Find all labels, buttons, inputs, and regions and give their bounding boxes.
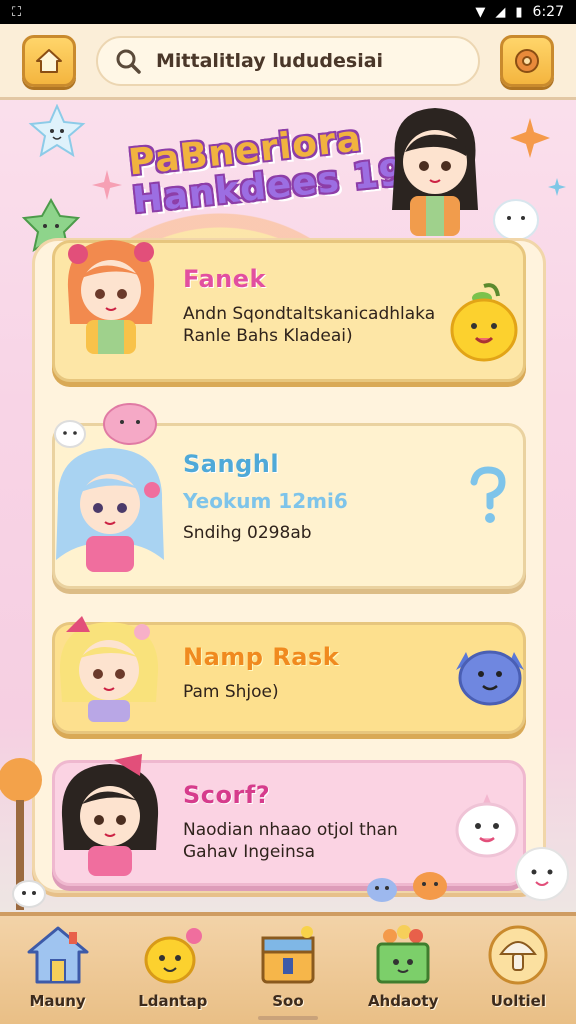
search-icon xyxy=(116,49,141,74)
house-icon xyxy=(27,926,89,984)
blue-blob-mascot-icon xyxy=(456,650,524,706)
question-mark-icon xyxy=(470,466,506,523)
home-button[interactable] xyxy=(22,34,76,87)
card-text: Sndihg 0298ab xyxy=(183,523,312,543)
notification-icon: ⛶ xyxy=(12,4,22,20)
nav-label: Ahdaoty xyxy=(367,992,439,1010)
game-title: PaBneriora Hankdees 19 xyxy=(127,116,413,221)
sparkle-icon xyxy=(92,170,122,200)
ghost-creature-icon xyxy=(493,199,539,241)
nav-label: Uoltiel xyxy=(490,992,546,1010)
darkhair-character-avatar xyxy=(61,754,159,876)
settings-button[interactable] xyxy=(500,34,554,87)
nav-item-profile[interactable]: Uoltiel xyxy=(468,922,568,1010)
white-creature-icon xyxy=(12,880,46,908)
orange-creature-icon xyxy=(413,872,447,900)
clock: 6:27 xyxy=(532,4,564,20)
card-text: Andn Sqondtaltskanicadhlaka xyxy=(183,304,436,324)
home-icon xyxy=(36,48,62,73)
card-text: Naodian nhaao otjol than xyxy=(183,820,398,840)
nav-item-shop[interactable]: Soo xyxy=(238,922,338,1010)
nav-label: Soo xyxy=(272,992,304,1010)
white-creature-icon xyxy=(515,847,569,901)
home-indicator xyxy=(258,1016,318,1020)
girl-character-avatar xyxy=(392,108,478,236)
star-friend-icon xyxy=(144,928,202,984)
star-creature-icon xyxy=(28,104,86,158)
top-bar: Mittalitlay lududesiai xyxy=(0,24,576,100)
card-title: Namp Rask xyxy=(183,643,340,671)
card-text: Gahav Ingeinsa xyxy=(183,842,316,862)
sparkle-icon xyxy=(548,178,566,196)
card-text: Pam Shjoe) xyxy=(183,682,279,702)
pink-blob-creature-icon xyxy=(103,403,157,445)
card-title: Fanek xyxy=(183,265,267,293)
nav-label: Mauny xyxy=(29,992,86,1010)
bottom-navigation: Mauny Ldantap Soo Ahdaoty Uoltiel xyxy=(0,912,576,1024)
donut-icon xyxy=(515,48,539,73)
status-bar: ⛶ ▼ ◢ ▮ 6:27 xyxy=(0,0,576,24)
card-text: Ranle Bahs Kladeai) xyxy=(183,326,353,346)
nav-item-friends[interactable]: Ldantap xyxy=(123,922,223,1010)
nav-item-home[interactable]: Mauny xyxy=(8,922,108,1010)
blue-creature-icon xyxy=(367,878,397,902)
wifi-icon: ▼ xyxy=(475,4,486,20)
mushroom-icon xyxy=(488,925,548,985)
signal-icon: ◢ xyxy=(495,4,506,20)
lemon-mascot-icon xyxy=(450,283,518,362)
battery-icon: ▮ xyxy=(515,4,523,20)
search-bar[interactable]: Mittalitlay lududesiai xyxy=(96,35,480,86)
blonde-character-avatar xyxy=(59,616,159,722)
card-title: Scorf? xyxy=(183,781,271,809)
bluehair-character-avatar xyxy=(56,448,164,572)
treasure-icon xyxy=(376,925,430,984)
card-title: Sanghl xyxy=(183,450,280,478)
box-icon xyxy=(261,926,315,984)
status-icons: ▼ ◢ ▮ 6:27 xyxy=(475,4,564,20)
nav-label: Ldantap xyxy=(138,992,208,1010)
search-text: Mittalitlay lududesiai xyxy=(156,49,384,72)
redhead-character-avatar xyxy=(67,240,155,354)
burst-icon xyxy=(510,118,550,158)
card-subtitle: Yeokum 12mi6 xyxy=(183,489,348,513)
nav-item-activity[interactable]: Ahdaoty xyxy=(353,922,453,1010)
